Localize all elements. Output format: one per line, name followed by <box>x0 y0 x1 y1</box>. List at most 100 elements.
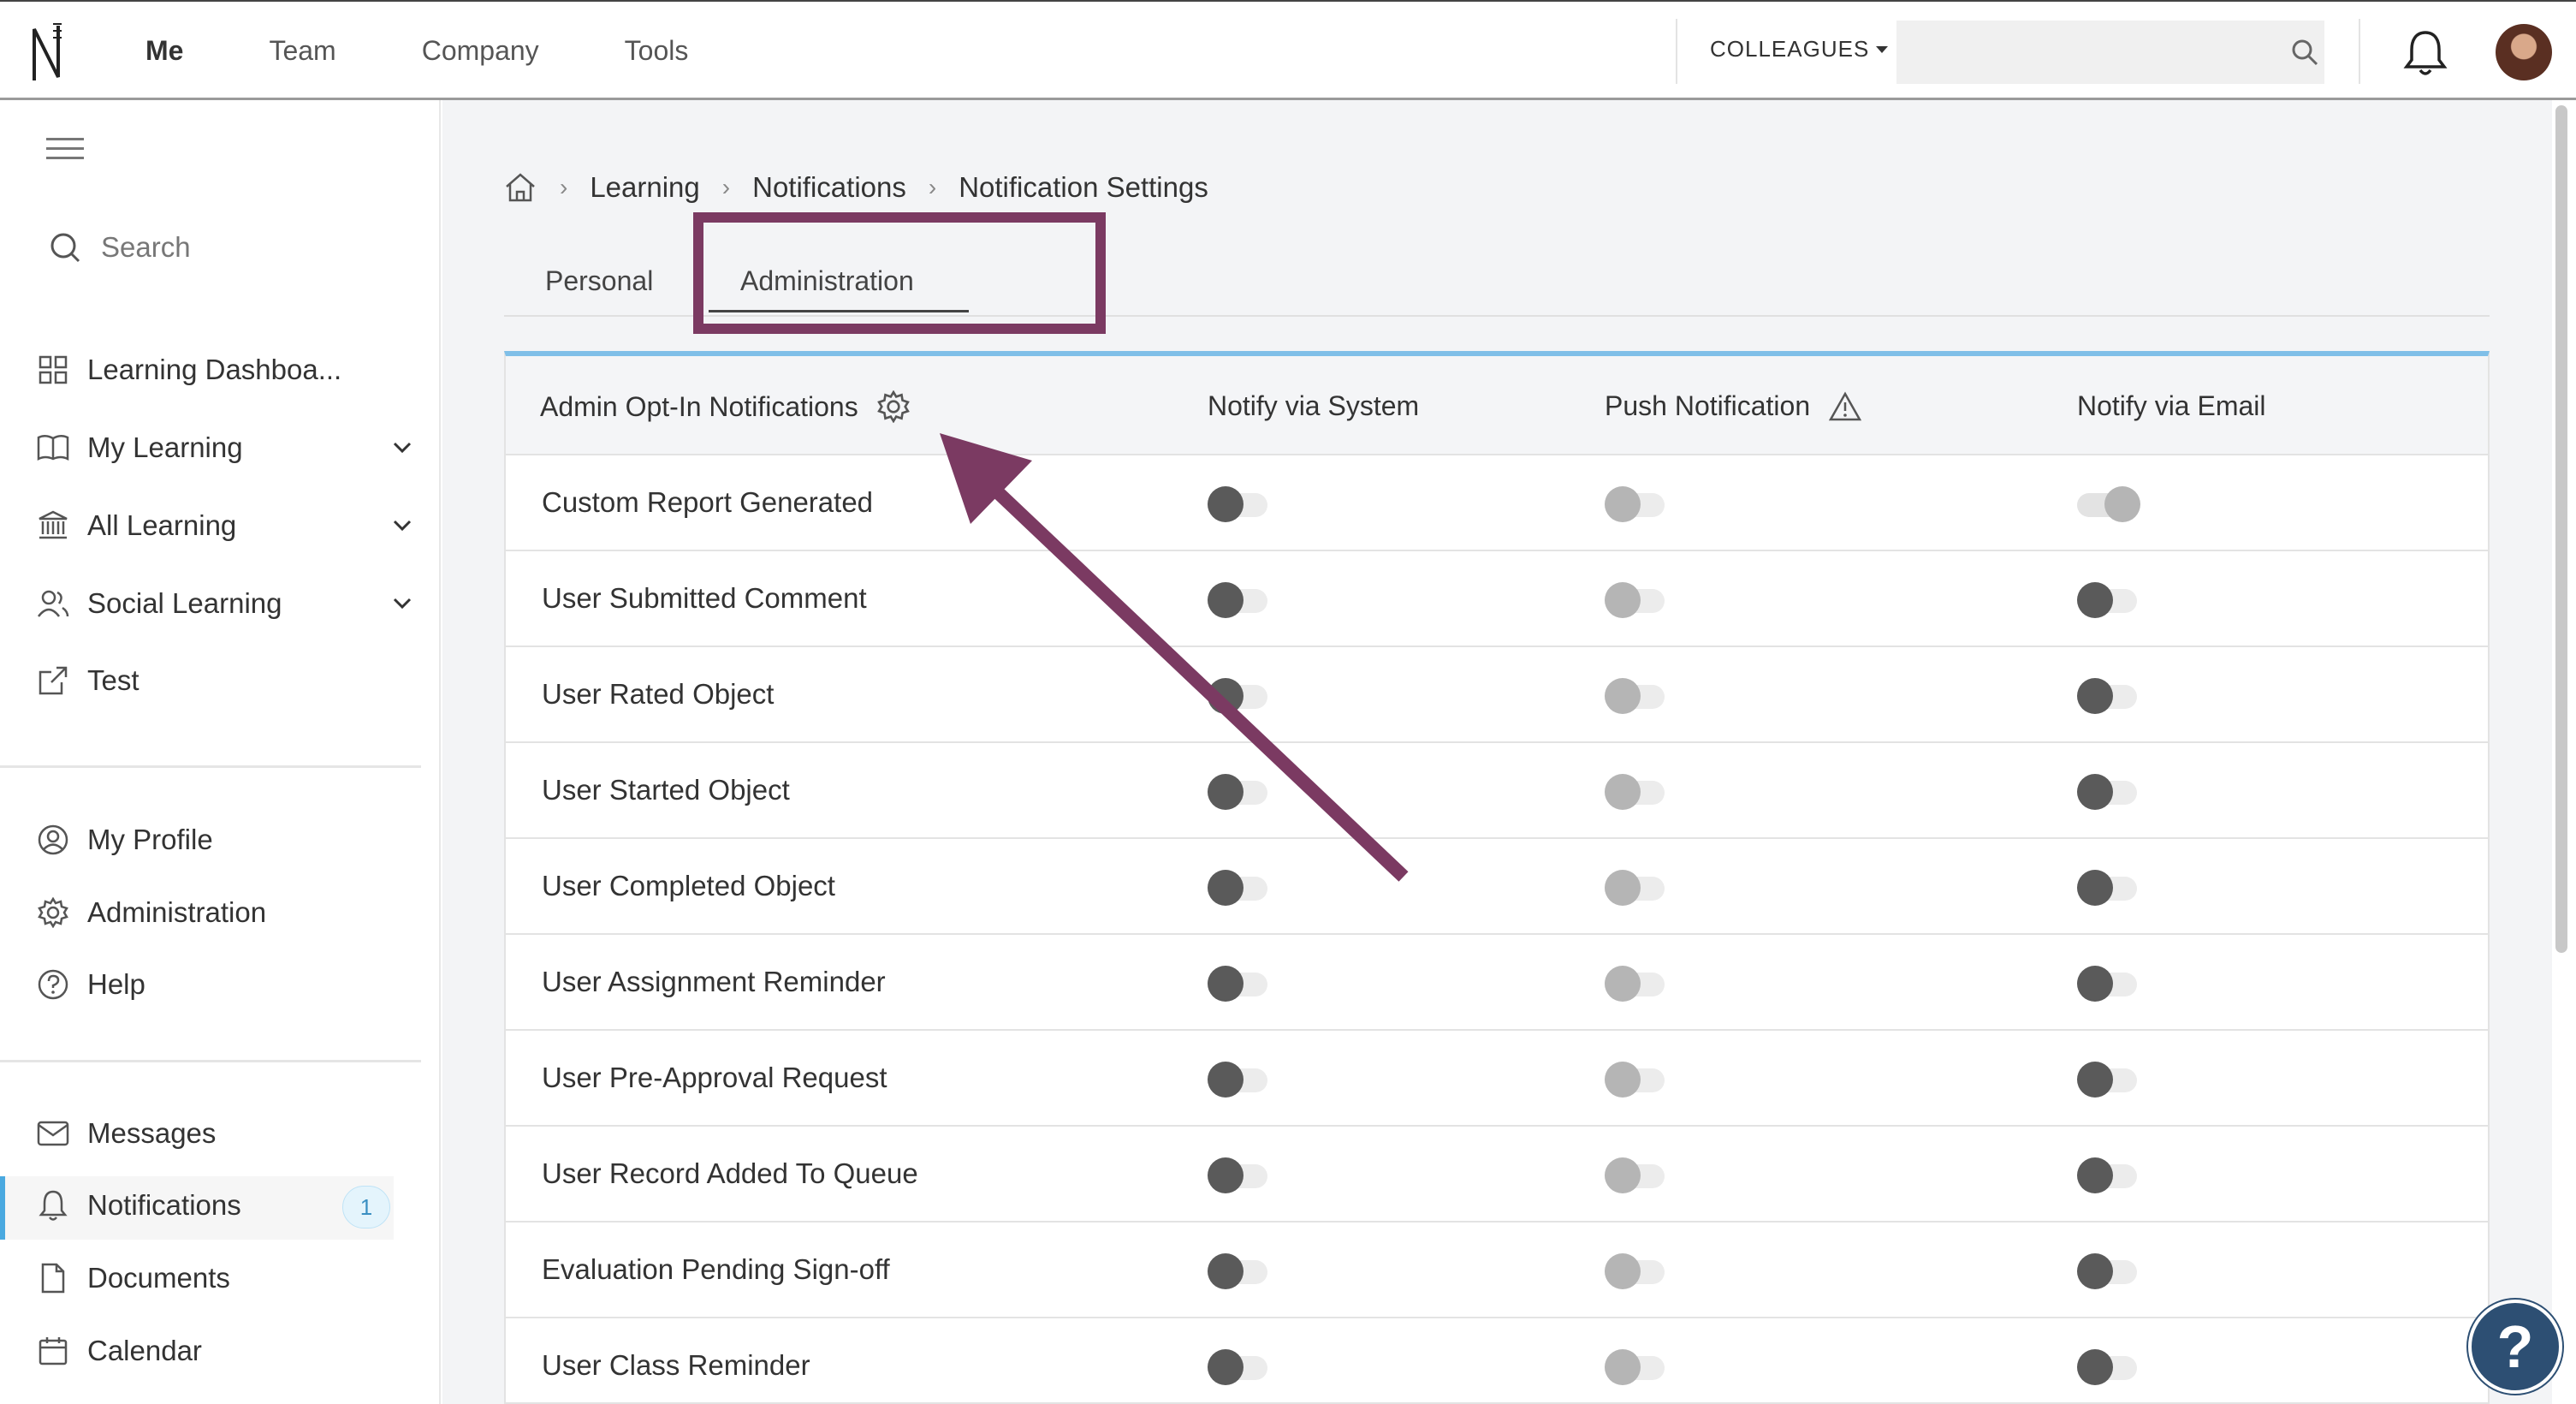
toggle-email[interactable] <box>2077 1253 2137 1289</box>
sidebar-item-my-profile[interactable]: My Profile <box>36 823 395 857</box>
toggle-email[interactable] <box>2077 870 2137 906</box>
topnav-company[interactable]: Company <box>422 35 539 67</box>
home-icon[interactable] <box>503 171 537 204</box>
toggle-system[interactable] <box>1208 966 1267 1002</box>
sidebar-item-my-learning[interactable]: My Learning <box>36 431 412 465</box>
toggle-system[interactable] <box>1208 1157 1267 1193</box>
top-bar: Me Team Company Tools COLLEAGUES <box>0 0 2576 100</box>
toggle-system[interactable] <box>1208 870 1267 906</box>
book-icon <box>36 431 70 465</box>
toggle-knob <box>1208 486 1243 522</box>
toggle-push[interactable] <box>1605 486 1665 522</box>
notification-name: User Assignment Reminder <box>542 966 886 997</box>
profile-icon <box>36 823 70 857</box>
search-icon[interactable] <box>2290 38 2319 67</box>
table-row: User Completed Object <box>506 839 2488 935</box>
sidebar-divider <box>0 765 421 768</box>
grid-icon <box>36 353 70 387</box>
toggle-knob <box>1208 582 1243 618</box>
search-input[interactable] <box>1896 21 2324 84</box>
breadcrumb-learning[interactable]: Learning <box>590 171 699 204</box>
toggle-knob <box>1605 486 1641 522</box>
toggle-push[interactable] <box>1605 870 1665 906</box>
sidebar-item-label: Messages <box>87 1117 217 1149</box>
sidebar-item-label: Test <box>87 664 139 696</box>
table-row: Evaluation Pending Sign-off <box>506 1223 2488 1318</box>
toggle-knob <box>2077 774 2113 810</box>
avatar[interactable] <box>2496 24 2552 80</box>
bell-icon[interactable] <box>2401 27 2449 77</box>
notification-name: User Started Object <box>542 774 790 806</box>
toggle-email[interactable] <box>2077 1157 2137 1193</box>
sidebar-item-calendar[interactable]: Calendar <box>36 1334 395 1368</box>
toggle-system[interactable] <box>1208 1349 1267 1385</box>
notification-name: User Rated Object <box>542 678 775 710</box>
sidebar-item-label: Learning Dashboa... <box>87 354 342 385</box>
toggle-knob <box>1208 870 1243 906</box>
topnav-me[interactable]: Me <box>145 35 183 67</box>
toggle-push[interactable] <box>1605 1157 1665 1193</box>
sidebar-item-notifications[interactable]: Notifications <box>36 1188 395 1223</box>
sidebar-item-label: Help <box>87 968 145 1000</box>
toggle-email[interactable] <box>2077 582 2137 618</box>
toggle-system[interactable] <box>1208 678 1267 714</box>
column-header-label: Notify via Email <box>2077 390 2266 421</box>
toggle-push[interactable] <box>1605 678 1665 714</box>
notification-name: Custom Report Generated <box>542 486 874 518</box>
sidebar-item-help[interactable]: Help <box>36 967 395 1002</box>
chevron-down-icon[interactable] <box>392 519 413 532</box>
sidebar-item-all-learning[interactable]: All Learning <box>36 509 412 543</box>
notification-name: User Completed Object <box>542 870 835 901</box>
toggle-email[interactable] <box>2077 774 2137 810</box>
toggle-push[interactable] <box>1605 1253 1665 1289</box>
logo-icon[interactable] <box>29 21 67 86</box>
breadcrumb-separator: › <box>928 174 937 200</box>
sidebar-item-test[interactable]: Test <box>36 663 395 698</box>
sidebar-item-learning-dashboard[interactable]: Learning Dashboa... <box>36 353 395 387</box>
hamburger-icon[interactable] <box>46 138 84 166</box>
gear-icon[interactable] <box>876 390 910 423</box>
tab-personal[interactable]: Personal <box>545 265 653 297</box>
sidebar-item-label: Social Learning <box>87 587 282 619</box>
institution-icon <box>36 509 70 543</box>
sidebar-item-label: All Learning <box>87 509 237 541</box>
sidebar-item-label: Administration <box>87 896 267 928</box>
toggle-system[interactable] <box>1208 1253 1267 1289</box>
sidebar-item-label: Calendar <box>87 1335 202 1366</box>
notification-name: User Class Reminder <box>542 1349 810 1381</box>
topnav-team[interactable]: Team <box>269 35 335 67</box>
sidebar-item-administration[interactable]: Administration <box>36 895 395 930</box>
sidebar-item-social-learning[interactable]: Social Learning <box>36 586 412 621</box>
toggle-email[interactable] <box>2077 966 2137 1002</box>
toggle-email[interactable] <box>2077 1349 2137 1385</box>
toggle-email[interactable] <box>2077 486 2140 522</box>
toggle-push[interactable] <box>1605 1062 1665 1098</box>
topnav-tools[interactable]: Tools <box>625 35 689 67</box>
toggle-push[interactable] <box>1605 1349 1665 1385</box>
sidebar-item-messages[interactable]: Messages <box>36 1116 395 1151</box>
toggle-email[interactable] <box>2077 1062 2137 1098</box>
sidebar-item-documents[interactable]: Documents <box>36 1261 395 1295</box>
toggle-system[interactable] <box>1208 582 1267 618</box>
toggle-push[interactable] <box>1605 966 1665 1002</box>
warning-icon <box>1829 390 1862 420</box>
toggle-knob <box>1208 1157 1243 1193</box>
chevron-down-icon[interactable] <box>392 441 413 455</box>
toggle-email[interactable] <box>2077 678 2137 714</box>
column-header-label: Notify via System <box>1208 390 1420 421</box>
chevron-down-icon[interactable] <box>392 597 413 610</box>
sidebar-divider <box>0 1060 421 1062</box>
toggle-knob <box>2077 1157 2113 1193</box>
toggle-push[interactable] <box>1605 582 1665 618</box>
breadcrumb-notifications[interactable]: Notifications <box>752 171 906 204</box>
toggle-push[interactable] <box>1605 774 1665 810</box>
table-row: Custom Report Generated <box>506 455 2488 551</box>
toggle-system[interactable] <box>1208 486 1267 522</box>
colleagues-dropdown[interactable]: COLLEAGUES <box>1710 36 1889 62</box>
scrollbar[interactable] <box>2555 105 2567 953</box>
help-button[interactable]: ? <box>2468 1300 2562 1394</box>
toggle-knob <box>1208 678 1243 714</box>
toggle-system[interactable] <box>1208 1062 1267 1098</box>
sidebar-search[interactable]: Search <box>48 230 191 265</box>
toggle-system[interactable] <box>1208 774 1267 810</box>
